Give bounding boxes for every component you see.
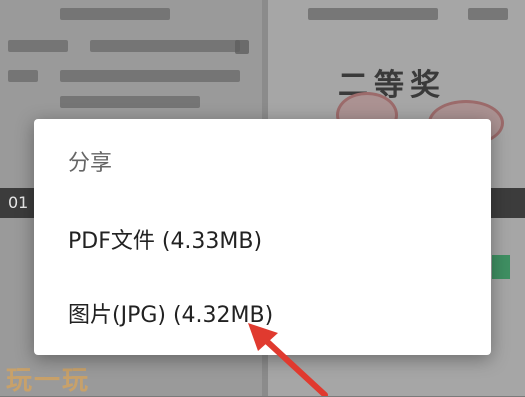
blurred-text: [308, 8, 438, 20]
green-tab: [492, 255, 510, 279]
left-strip: 01: [0, 188, 36, 218]
blurred-text: [90, 40, 240, 52]
blurred-text: [60, 8, 170, 20]
blurred-text: [468, 8, 508, 20]
watermark-logo: 玩一玩: [6, 366, 91, 396]
blurred-text: [60, 96, 200, 108]
blurred-mark: [235, 40, 249, 54]
dialog-title: 分享: [68, 151, 113, 176]
share-option-pdf[interactable]: PDF文件 (4.33MB): [34, 211, 491, 267]
share-option-pdf-label: PDF文件 (4.33MB): [68, 229, 263, 254]
blurred-text: [60, 70, 240, 82]
blurred-text: [8, 40, 68, 52]
arrow-pointer-icon: [248, 323, 328, 396]
blurred-text: [8, 70, 38, 82]
right-strip: [490, 188, 525, 218]
